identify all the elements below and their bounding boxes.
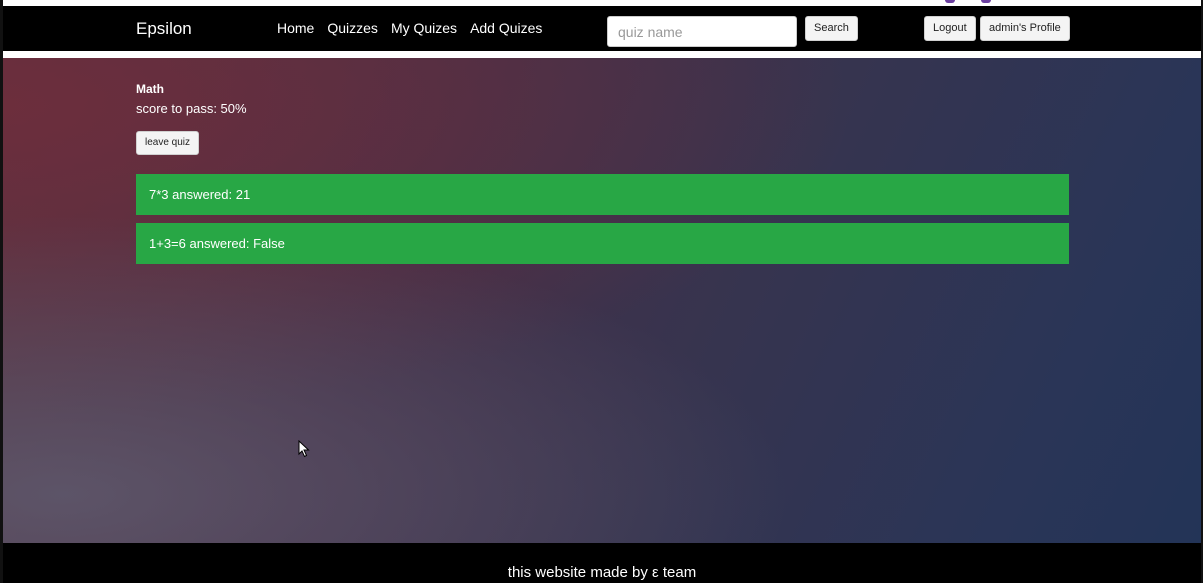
navbar: Epsilon Home Quizzes My Quizes Add Quize…: [3, 6, 1201, 51]
nav-links: Home Quizzes My Quizes Add Quizes: [277, 20, 542, 36]
mouse-cursor-icon: [298, 440, 310, 458]
answer-row: 7*3 answered: 21: [136, 174, 1069, 215]
score-to-pass: score to pass: 50%: [136, 101, 247, 116]
brand-logo[interactable]: Epsilon: [136, 19, 192, 39]
navbar-underline: [3, 51, 1201, 58]
logout-button[interactable]: Logout: [924, 16, 976, 41]
leave-quiz-button[interactable]: leave quiz: [136, 131, 200, 155]
nav-my-quizes-link[interactable]: My Quizes: [391, 20, 457, 36]
corner-icons: [945, 0, 991, 3]
quiz-search-input[interactable]: [607, 16, 797, 47]
nav-quizzes-link[interactable]: Quizzes: [327, 20, 378, 36]
search-button[interactable]: Search: [805, 16, 858, 41]
tray-icon: [981, 0, 991, 3]
profile-button[interactable]: admin's Profile: [980, 16, 1070, 41]
browser-viewport: Epsilon Home Quizzes My Quizes Add Quize…: [0, 0, 1203, 583]
footer: this website made by ε team: [3, 543, 1201, 583]
nav-home-link[interactable]: Home: [277, 20, 314, 36]
nav-add-quizes-link[interactable]: Add Quizes: [470, 20, 542, 36]
tray-icon: [945, 0, 955, 3]
quiz-title: Math: [136, 82, 164, 96]
quiz-results-panel: Math score to pass: 50% leave quiz 7*3 a…: [3, 58, 1201, 543]
footer-text: this website made by ε team: [507, 564, 697, 581]
answer-row: 1+3=6 answered: False: [136, 223, 1069, 264]
